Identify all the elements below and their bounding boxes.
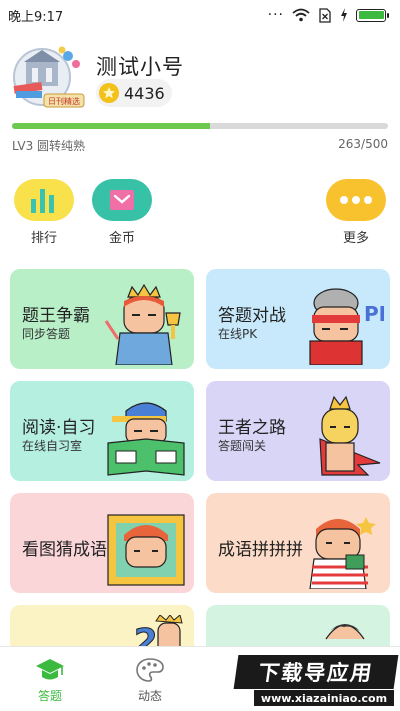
pk-knight-illustration: PK [309, 288, 384, 365]
card-title: 题王争霸 [22, 306, 90, 326]
coins-pill[interactable] [92, 179, 152, 221]
status-bar: 晚上9:17 ··· [0, 0, 400, 30]
quick-action-label: 金币 [108, 231, 135, 246]
kid-head-illustration [325, 624, 365, 640]
charging-icon [341, 8, 347, 22]
watermark-url: www.xiazainiao.com [254, 690, 394, 706]
card-title: 阅读·自习 [22, 418, 96, 438]
card-row4-left[interactable]: 2 [10, 605, 194, 646]
king-cape-illustration [319, 395, 381, 476]
nav-label: 动态 [137, 689, 162, 703]
wifi-icon [292, 8, 310, 22]
card-title: 答题对战 [218, 306, 286, 326]
quick-action-label: 排行 [30, 231, 57, 246]
avatar-tag: 日刊精选 [48, 96, 80, 106]
card-subtitle: 在线PK [218, 327, 258, 341]
puzzle-kid-illustration [309, 517, 376, 589]
graduation-cap-icon [36, 659, 64, 680]
card-title: 成语拼拼拼 [218, 540, 303, 560]
card-subtitle: 同步答题 [22, 327, 71, 341]
status-icons: ··· [267, 7, 389, 23]
card-kings-road[interactable]: 王者之路 答题闯关 [206, 381, 390, 481]
more-dots-status: ··· [267, 7, 284, 23]
card-reading-study[interactable]: 阅读·自习 在线自习室 [10, 381, 194, 481]
avatar[interactable]: 日刊精选 [12, 44, 86, 110]
crowned-kid-trophy-illustration [104, 283, 181, 365]
star-coin-icon [99, 83, 119, 103]
coin-badge[interactable]: 4436 [96, 79, 172, 107]
rank-pill[interactable] [14, 179, 74, 221]
svg-text:PK: PK [364, 302, 384, 326]
quick-action-coins[interactable]: 金币 [92, 179, 152, 246]
card-subtitle: 答题闯关 [218, 439, 267, 453]
card-subtitle: 在线自习室 [22, 439, 83, 453]
quick-action-more[interactable]: 更多 [326, 179, 386, 246]
watermark-logo: 下载导应用 www.xiazainiao.com [233, 655, 399, 707]
card-answer-battle[interactable]: 答题对战 在线PK PK [206, 269, 390, 369]
nav-label: 答题 [37, 689, 62, 703]
picture-frame-kid-illustration [107, 514, 185, 586]
card-idiom-puzzle[interactable]: 成语拼拼拼 [206, 493, 390, 593]
xp-text: 263/500 [338, 137, 388, 151]
quick-action-rank[interactable]: 排行 [14, 179, 74, 246]
envelope-icon [110, 190, 134, 210]
bar-chart-icon [31, 189, 54, 213]
card-title-king[interactable]: 题王争霸 同步答题 [10, 269, 194, 369]
xp-progress-fill [12, 123, 210, 129]
status-time: 晚上9:17 [8, 9, 64, 25]
card-row4-right[interactable] [206, 605, 390, 646]
more-dots-icon [340, 196, 372, 204]
card-title: 王者之路 [218, 418, 286, 438]
coin-count: 4436 [124, 83, 165, 103]
battery-icon [356, 8, 389, 22]
reading-kid-illustration [107, 402, 185, 476]
no-sim-icon [319, 7, 331, 23]
more-pill[interactable] [326, 179, 386, 221]
card-picture-idiom[interactable]: 看图猜成语 [10, 493, 194, 593]
quick-action-label: 更多 [342, 231, 369, 246]
number-kid-illustration: 2 [134, 615, 183, 646]
palette-icon [136, 658, 164, 682]
card-title: 看图猜成语 [22, 540, 107, 560]
username: 测试小号 [96, 55, 184, 79]
watermark-main: 下载导应用 [233, 655, 399, 689]
nav-tab-answer[interactable]: 答题 [0, 647, 100, 711]
xp-progress-bar [12, 123, 388, 129]
svg-text:2: 2 [134, 622, 158, 646]
level-text: LV3 圆转纯熟 [12, 139, 86, 153]
nav-tab-activity[interactable]: 动态 [100, 647, 200, 711]
